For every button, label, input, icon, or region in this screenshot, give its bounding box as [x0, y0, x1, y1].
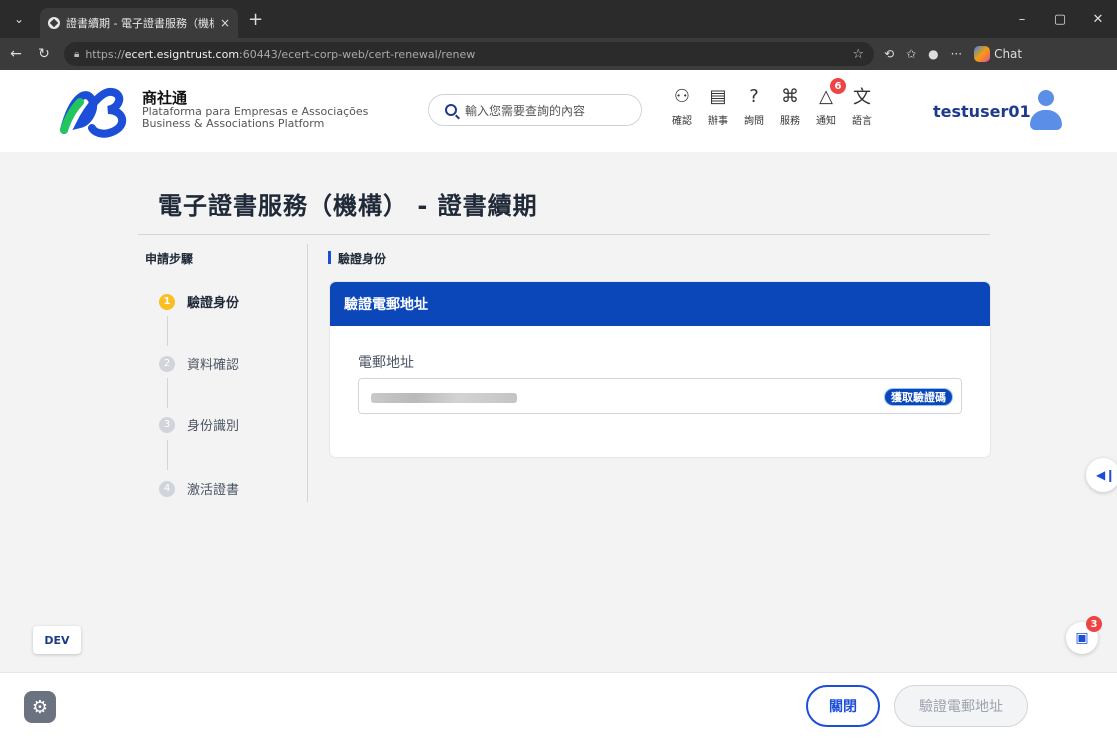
settings-gear-icon[interactable]: ⚙ — [24, 691, 56, 723]
avatar-head — [1038, 90, 1054, 106]
username[interactable]: testuser01 — [933, 102, 1031, 121]
step-number: 3 — [159, 416, 175, 433]
email-field[interactable]: 獲取驗證碼 — [358, 378, 962, 414]
lock-icon: 🔒︎ — [74, 48, 80, 60]
steps-heading: 申請步驟 — [145, 252, 194, 266]
step-label: 身份識別 — [187, 419, 240, 434]
reload-icon[interactable]: ↻ — [32, 46, 56, 62]
browser-toolbar-icons: ⟲ ✩ ● ··· Chat — [884, 46, 1022, 62]
grid-icon: ⌘ — [781, 85, 799, 107]
footer-bar: ⚙ 關閉 驗證電郵地址 — [0, 672, 1117, 740]
translate-icon: 文 — [853, 87, 871, 108]
nav-services-do-label: 辦事 — [708, 116, 728, 127]
step-verify-identity: 1 驗證身份 — [159, 292, 239, 311]
nav-confirm[interactable]: ⚇ 確認 — [664, 84, 700, 128]
search-placeholder: 輸入您需要查詢的內容 — [465, 103, 586, 118]
search-icon — [445, 104, 457, 116]
window-controls: – ▢ ✕ — [1003, 0, 1117, 38]
email-label: 電郵地址 — [358, 355, 414, 371]
url-path: :60443/ecert-corp-web/cert-renewal/renew — [239, 47, 476, 61]
site-header: 商社通 Plataforma para Empresas e Associaçõ… — [0, 70, 1117, 152]
nav-notification[interactable]: △ 通知 6 — [808, 78, 846, 127]
handshake-icon: ⚇ — [673, 85, 691, 107]
browser-tabbar: ⌄ 證書續期 - 電子證書服務（機構） × + – ▢ ✕ — [0, 0, 1117, 38]
platform-name-en: Business & Associations Platform — [142, 117, 325, 130]
verify-email-button[interactable]: 驗證電郵地址 — [894, 685, 1028, 727]
step-number: 1 — [159, 293, 175, 310]
browser-addressbar: ← ↻ 🔒︎ https://ecert.esigntrust.com:6044… — [0, 38, 1117, 70]
tab-list-icon[interactable]: ⌄ — [6, 7, 32, 31]
window-close-icon[interactable]: ✕ — [1079, 12, 1117, 27]
search-input[interactable]: 輸入您需要查詢的內容 — [428, 94, 642, 126]
nav-enquiry-label: 詢問 — [744, 116, 764, 127]
favorites-icon[interactable]: ✩ — [906, 47, 916, 61]
profile-icon[interactable]: ● — [928, 47, 938, 61]
step-data-confirm: 2 資料確認 — [159, 354, 239, 373]
back-icon[interactable]: ← — [4, 46, 28, 62]
title-divider — [138, 234, 990, 235]
extensions-icon[interactable]: ⟲ — [884, 47, 894, 61]
dev-badge[interactable]: DEV — [33, 626, 81, 654]
section-label: 驗證身份 — [328, 250, 386, 267]
copilot-icon — [974, 46, 991, 62]
page-title: 電子證書服務（機構） - 證書續期 — [158, 192, 538, 220]
tab-title: 證書續期 - 電子證書服務（機構） — [66, 17, 214, 30]
step-connector — [167, 440, 168, 470]
step-activate: 4 激活證書 — [159, 479, 239, 498]
step-number: 2 — [159, 355, 175, 372]
nav-service[interactable]: ⌘ 服務 — [772, 84, 808, 128]
close-button[interactable]: 關閉 — [806, 685, 880, 727]
url-host: ecert.esigntrust.com — [124, 47, 240, 61]
platform-name: 商社通 Plataforma para Empresas e Associaçõ… — [142, 90, 368, 130]
sidebar-toggle-icon[interactable]: ◀❙ — [1086, 458, 1117, 492]
platform-name-cn: 商社通 — [142, 89, 188, 107]
help-badge: 3 — [1086, 616, 1102, 632]
nav-language-label: 語言 — [852, 116, 872, 127]
step-identification: 3 身份識別 — [159, 415, 239, 434]
nav-services-do[interactable]: ▤ 辦事 — [700, 84, 736, 128]
get-code-button[interactable]: 獲取驗證碼 — [884, 388, 953, 406]
avatar-body — [1030, 110, 1062, 130]
nav-confirm-label: 確認 — [672, 116, 692, 127]
chat-bubble-icon: ▣ — [1075, 630, 1089, 646]
logo-icon[interactable] — [58, 78, 132, 140]
more-icon[interactable]: ··· — [951, 47, 962, 61]
chat-label: Chat — [994, 47, 1023, 61]
briefcase-icon: ▤ — [709, 85, 727, 107]
favorite-star-icon[interactable]: ☆ — [852, 47, 864, 62]
avatar[interactable] — [1028, 90, 1064, 130]
site-favicon-icon — [48, 17, 60, 29]
step-number: 4 — [159, 480, 175, 497]
nav-language[interactable]: 文 語言 — [844, 84, 880, 127]
steps-divider — [307, 244, 308, 502]
url-prefix: https:// — [85, 47, 125, 61]
step-label: 激活證書 — [187, 483, 240, 498]
nav-notification-label: 通知 — [816, 116, 836, 127]
url-input[interactable]: 🔒︎ https://ecert.esigntrust.com:60443/ec… — [64, 42, 874, 66]
step-connector — [167, 378, 168, 408]
step-connector — [167, 316, 168, 346]
nav-service-label: 服務 — [780, 116, 800, 127]
minimize-icon[interactable]: – — [1003, 12, 1041, 27]
question-icon: ? — [749, 85, 759, 107]
step-label: 驗證身份 — [187, 296, 240, 311]
chat-button[interactable]: Chat — [974, 46, 1022, 62]
email-value-redacted — [371, 393, 517, 403]
nav-enquiry[interactable]: ? 詢問 — [736, 84, 772, 128]
step-label: 資料確認 — [187, 358, 240, 373]
browser-tab[interactable]: 證書續期 - 電子證書服務（機構） × — [40, 8, 238, 38]
help-chat-button[interactable]: ▣ 3 — [1066, 616, 1102, 654]
maximize-icon[interactable]: ▢ — [1041, 12, 1079, 27]
new-tab-button[interactable]: + — [248, 9, 263, 30]
header-nav: ⚇ 確認 ▤ 辦事 ? 詢問 ⌘ 服務 △ 通知 6 文 語言 — [664, 78, 880, 128]
card-title: 驗證電郵地址 — [330, 282, 990, 326]
verify-email-card: 驗證電郵地址 電郵地址 獲取驗證碼 — [330, 282, 990, 457]
tab-close-icon[interactable]: × — [220, 16, 230, 30]
